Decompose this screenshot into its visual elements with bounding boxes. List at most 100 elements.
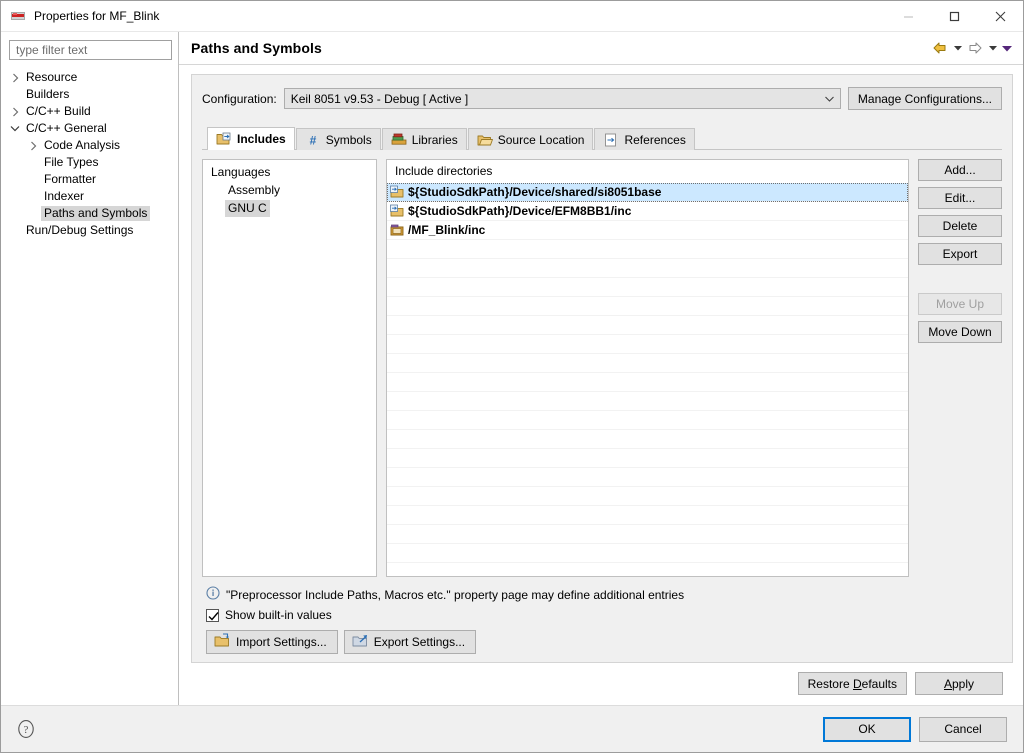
tab-libraries[interactable]: Libraries [382, 128, 467, 150]
import-settings-label: Import Settings... [236, 635, 327, 649]
include-directory-empty-row [387, 259, 908, 278]
delete-button[interactable]: Delete [918, 215, 1002, 237]
tab-references[interactable]: References [594, 128, 694, 150]
languages-panel: Languages AssemblyGNU C [202, 159, 377, 577]
sidebar-item-label: Code Analysis [41, 138, 123, 153]
include-directory-empty-row [387, 278, 908, 297]
include-directory-path: /MF_Blink/inc [408, 223, 485, 237]
settings-buttons: Import Settings... [202, 630, 1002, 654]
edit-button[interactable]: Edit... [918, 187, 1002, 209]
info-icon [206, 586, 220, 603]
sidebar-item-paths-and-symbols[interactable]: Paths and Symbols [1, 205, 178, 222]
settings-navigation-tree: Resource Builders C/C++ BuildC/C++ General… [1, 32, 179, 705]
ok-button[interactable]: OK [823, 717, 911, 742]
sidebar-item-label: Paths and Symbols [41, 206, 150, 221]
restore-defaults-button[interactable]: Restore Defaults [798, 672, 907, 695]
export-button[interactable]: Export [918, 243, 1002, 265]
variable-folder-icon [390, 204, 408, 219]
sidebar-item-file-types[interactable]: File Types [1, 154, 178, 171]
filter-input[interactable] [14, 42, 167, 58]
chevron-right-icon[interactable] [7, 73, 23, 83]
configuration-row: Configuration: Keil 8051 v9.53 - Debug [… [202, 87, 1002, 110]
sidebar-item-label: Builders [23, 87, 72, 102]
languages-header: Languages [203, 165, 376, 181]
sidebar-item-label: File Types [41, 155, 101, 170]
manage-configurations-button[interactable]: Manage Configurations... [848, 87, 1002, 110]
sidebar-item-formatter[interactable]: Formatter [1, 171, 178, 188]
button-group-gap [918, 271, 1002, 287]
include-directory-row[interactable]: ${StudioSdkPath}/Device/EFM8BB1/inc [387, 202, 908, 221]
sidebar-item-c-c-build[interactable]: C/C++ Build [1, 103, 178, 120]
import-settings-icon [214, 633, 230, 651]
sidebar-item-code-analysis[interactable]: Code Analysis [1, 137, 178, 154]
include-directory-empty-row [387, 316, 908, 335]
include-directory-row[interactable]: /MF_Blink/inc [387, 221, 908, 240]
include-directory-empty-row [387, 430, 908, 449]
add-button[interactable]: Add... [918, 159, 1002, 181]
filter-box[interactable] [9, 40, 172, 60]
tab-includes[interactable]: Includes [207, 127, 295, 150]
include-directory-row[interactable]: ${StudioSdkPath}/Device/shared/si8051bas… [387, 183, 908, 202]
tab-strip: Includes#SymbolsLibraries Source Location… [202, 126, 1002, 150]
include-directory-empty-row [387, 240, 908, 259]
tab-symbols[interactable]: #Symbols [296, 128, 381, 150]
sidebar-item-label: Run/Debug Settings [23, 223, 136, 238]
tab-label: References [624, 133, 685, 147]
title-bar: Properties for MF_Blink [1, 1, 1023, 32]
page-title: Paths and Symbols [191, 40, 930, 56]
sidebar-item-c-c-general[interactable]: C/C++ General [1, 120, 178, 137]
include-directory-empty-row [387, 449, 908, 468]
back-arrow-icon[interactable] [930, 38, 950, 58]
show-builtins-label: Show built-in values [225, 608, 332, 622]
export-settings-button[interactable]: Export Settings... [344, 630, 476, 654]
forward-arrow-icon[interactable] [965, 38, 985, 58]
include-directory-path: ${StudioSdkPath}/Device/EFM8BB1/inc [408, 204, 631, 218]
forward-history-chevron-down-icon[interactable] [986, 38, 999, 58]
language-label: Assembly [225, 182, 283, 199]
maximize-button[interactable] [931, 1, 977, 31]
chevron-down-icon[interactable] [7, 125, 23, 132]
sidebar-item-resource[interactable]: Resource [1, 69, 178, 86]
info-line: "Preprocessor Include Paths, Macros etc.… [202, 586, 1002, 603]
include-directory-empty-row [387, 335, 908, 354]
import-settings-button[interactable]: Import Settings... [206, 630, 338, 654]
sidebar-item-builders[interactable]: Builders [1, 86, 178, 103]
export-settings-icon [352, 633, 368, 651]
work-area: Languages AssemblyGNU C Include director… [202, 150, 1002, 577]
tab-source-location[interactable]: Source Location [468, 128, 594, 150]
sidebar-item-label: Formatter [41, 172, 99, 187]
page-body: Configuration: Keil 8051 v9.53 - Debug [… [179, 65, 1023, 705]
show-builtins-row[interactable]: Show built-in values [202, 608, 1002, 622]
configuration-combo[interactable]: Keil 8051 v9.53 - Debug [ Active ] [284, 88, 841, 109]
cancel-button[interactable]: Cancel [919, 717, 1007, 742]
panel-footer: "Preprocessor Include Paths, Macros etc.… [202, 577, 1002, 654]
include-directories-list[interactable]: ${StudioSdkPath}/Device/shared/si8051bas… [387, 183, 908, 576]
include-directory-empty-row [387, 354, 908, 373]
reference-page-icon [603, 133, 619, 147]
sidebar-item-label: Resource [23, 70, 80, 85]
apply-label: Apply [944, 677, 974, 691]
help-icon[interactable]: ? [15, 718, 37, 740]
include-directory-empty-row [387, 468, 908, 487]
view-menu-chevron-down-icon[interactable] [1000, 38, 1013, 58]
language-item-gnu-c[interactable]: GNU C [203, 199, 376, 217]
sidebar-item-indexer[interactable]: Indexer [1, 188, 178, 205]
chevron-right-icon[interactable] [7, 107, 23, 117]
chevron-right-icon[interactable] [25, 141, 41, 151]
apply-button[interactable]: Apply [915, 672, 1003, 695]
tab-label: Source Location [498, 133, 585, 147]
language-label: GNU C [225, 200, 270, 217]
tab-label: Symbols [326, 133, 372, 147]
show-builtins-checkbox[interactable] [206, 609, 219, 622]
sidebar-item-label: C/C++ Build [23, 104, 94, 119]
close-button[interactable] [977, 1, 1023, 31]
app-icon [10, 8, 26, 24]
minimize-button[interactable] [885, 1, 931, 31]
language-item-assembly[interactable]: Assembly [203, 181, 376, 199]
list-action-buttons: Add...Edit...DeleteExportMove UpMove Dow… [918, 159, 1002, 577]
include-directory-empty-row [387, 506, 908, 525]
move-down-button[interactable]: Move Down [918, 321, 1002, 343]
sidebar-item-run-debug-settings[interactable]: Run/Debug Settings [1, 222, 178, 239]
window-title: Properties for MF_Blink [34, 9, 885, 23]
back-history-chevron-down-icon[interactable] [951, 38, 964, 58]
